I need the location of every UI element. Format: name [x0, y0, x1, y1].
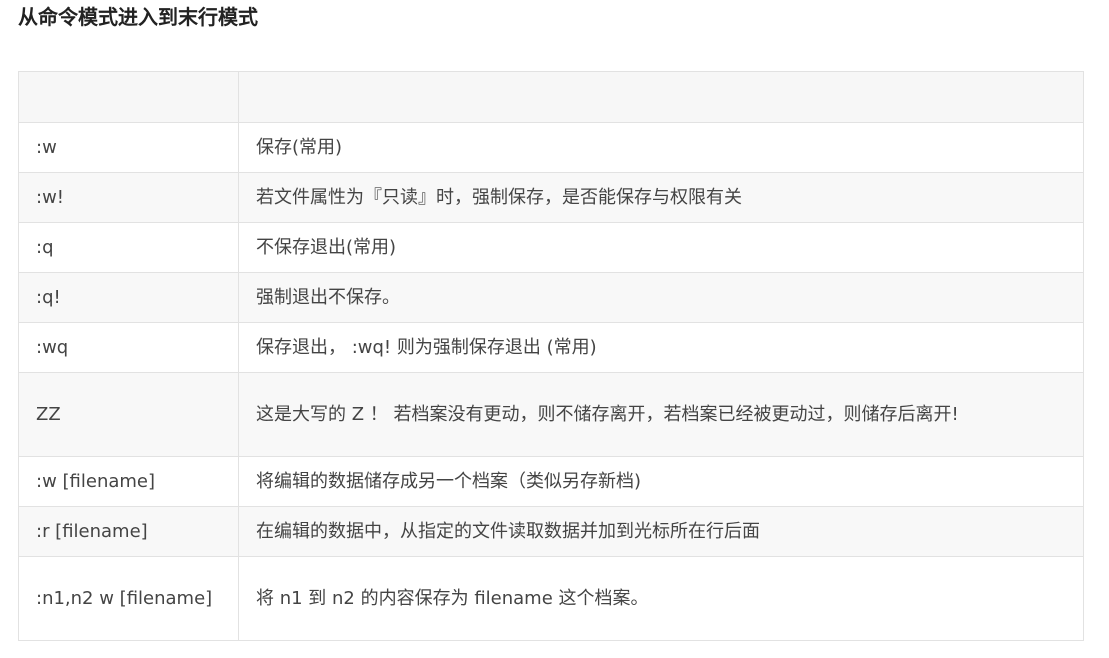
table-row: :w 保存(常用) — [18, 122, 1084, 173]
table-row: :w [filename] 将编辑的数据储存成另一个档案（类似另存新档) — [18, 456, 1084, 507]
command-cell: :n1,n2 w [filename] — [18, 556, 239, 641]
table-row: :q 不保存退出(常用) — [18, 222, 1084, 273]
command-cell: ZZ — [18, 372, 239, 457]
command-cell: :q — [18, 222, 239, 273]
header-command — [18, 71, 239, 123]
description-cell: 这是大写的 Z ！ 若档案没有更动，则不储存离开，若档案已经被更动过，则储存后离… — [238, 372, 1084, 457]
command-table: :w 保存(常用) :w! 若文件属性为『只读』时，强制保存，是否能保存与权限有… — [18, 71, 1084, 641]
description-cell: 在编辑的数据中，从指定的文件读取数据并加到光标所在行后面 — [238, 506, 1084, 557]
command-cell: :r [filename] — [18, 506, 239, 557]
table-row: :q! 强制退出不保存。 — [18, 272, 1084, 323]
table-row: :n1,n2 w [filename] 将 n1 到 n2 的内容保存为 fil… — [18, 556, 1084, 641]
page-title: 从命令模式进入到末行模式 — [18, 5, 258, 29]
table-row: :r [filename] 在编辑的数据中，从指定的文件读取数据并加到光标所在行… — [18, 506, 1084, 557]
description-cell: 强制退出不保存。 — [238, 272, 1084, 323]
command-cell: :w! — [18, 172, 239, 223]
table-row: :wq 保存退出， :wq! 则为强制保存退出 (常用) — [18, 322, 1084, 373]
table-header-row — [18, 71, 1084, 123]
table-row: ZZ 这是大写的 Z ！ 若档案没有更动，则不储存离开，若档案已经被更动过，则储… — [18, 372, 1084, 457]
command-cell: :wq — [18, 322, 239, 373]
table-row: :w! 若文件属性为『只读』时，强制保存，是否能保存与权限有关 — [18, 172, 1084, 223]
description-cell: 若文件属性为『只读』时，强制保存，是否能保存与权限有关 — [238, 172, 1084, 223]
command-cell: :q! — [18, 272, 239, 323]
header-description — [238, 71, 1084, 123]
description-cell: 保存退出， :wq! 则为强制保存退出 (常用) — [238, 322, 1084, 373]
description-cell: 保存(常用) — [238, 122, 1084, 173]
description-cell: 将编辑的数据储存成另一个档案（类似另存新档) — [238, 456, 1084, 507]
command-cell: :w — [18, 122, 239, 173]
command-cell: :w [filename] — [18, 456, 239, 507]
description-cell: 不保存退出(常用) — [238, 222, 1084, 273]
description-cell: 将 n1 到 n2 的内容保存为 filename 这个档案。 — [238, 556, 1084, 641]
